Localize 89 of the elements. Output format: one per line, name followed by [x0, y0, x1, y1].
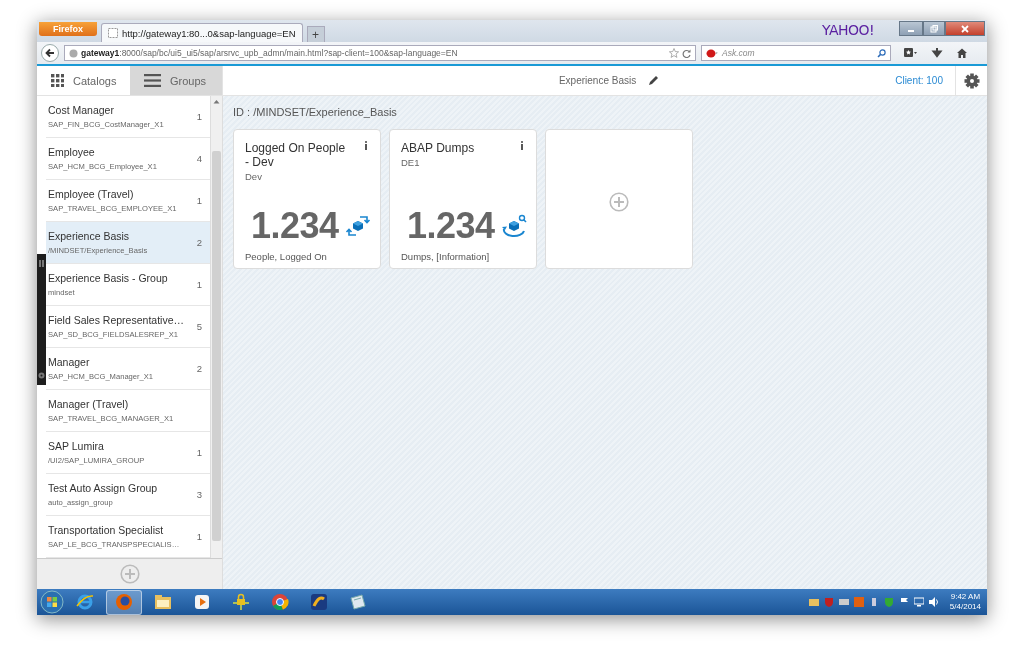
minimize-button[interactable] — [899, 21, 923, 36]
group-title: Field Sales Representative… — [48, 314, 185, 326]
sidebar-tab[interactable]: Groups — [130, 66, 222, 95]
page-icon — [108, 28, 118, 38]
group-title: Experience Basis — [558, 75, 637, 86]
start-orb-icon[interactable] — [40, 590, 64, 614]
side-toolbar[interactable] — [37, 254, 46, 385]
new-tab-button[interactable]: + — [306, 26, 325, 42]
folder-icon — [154, 593, 172, 611]
pencil-icon[interactable] — [648, 75, 660, 86]
group-title: Employee (Travel) — [48, 188, 135, 200]
maximize-button[interactable] — [923, 21, 945, 36]
folder-icon[interactable] — [808, 597, 819, 607]
info-icon[interactable] — [364, 141, 368, 150]
star-icon — [669, 48, 679, 58]
add-tile[interactable] — [545, 129, 693, 269]
kpi-tile[interactable]: Logged On People - Dev Dev 1.234 People, Logged On — [233, 129, 381, 269]
close-button[interactable] — [945, 21, 985, 36]
kpi-value: 1.234 — [251, 205, 339, 247]
brand-logo: YAHOO! — [822, 22, 875, 38]
grid-icon — [51, 74, 64, 87]
engine-logo-icon — [706, 48, 718, 58]
chrome-icon — [271, 593, 289, 611]
tile-count: 1 — [195, 447, 203, 458]
firefox-icon — [115, 593, 133, 611]
maximize-icon — [930, 24, 938, 33]
taskbar-button[interactable] — [106, 589, 142, 615]
tile-count: 1 — [195, 279, 203, 290]
sync-cube-icon — [344, 213, 371, 239]
close-icon — [961, 24, 969, 33]
home-icon[interactable] — [956, 47, 968, 59]
tile-count: 5 — [195, 321, 203, 332]
reload-icon — [682, 48, 691, 58]
kpi-value: 1.234 — [407, 205, 495, 247]
tile-footer: People, Logged On — [245, 251, 369, 262]
bookmarks-icon[interactable] — [904, 47, 918, 59]
tile-count: 4 — [195, 153, 203, 164]
add-icon — [609, 191, 629, 212]
search-placeholder: Ask.com — [722, 48, 756, 58]
swirl-icon — [310, 593, 328, 611]
group-id-label: ID : /MINDSET/Experience_Basis — [233, 106, 398, 118]
group-title: Employee — [48, 146, 96, 158]
group-title: Cost Manager — [48, 104, 115, 116]
lock-network-icon — [232, 593, 250, 611]
monitor-icon[interactable] — [913, 597, 924, 607]
tile-count: 1 — [195, 111, 203, 122]
shield-check-icon[interactable] — [883, 597, 894, 607]
pause-icon[interactable] — [39, 260, 44, 267]
tile-title: Logged On People - Dev — [245, 141, 347, 169]
notepad-icon — [349, 593, 367, 611]
url-text: gateway1:8000/sap/bc/ui5_ui5/sap/arsrvc_upb_admn/main.html?sap-client=100&sap-language=EN — [81, 48, 459, 58]
scrollbar[interactable] — [210, 96, 222, 558]
tile-count: 2 — [195, 237, 203, 248]
list-icon — [144, 74, 161, 87]
tile-footer: Dumps, [Information] — [401, 251, 525, 262]
search-field[interactable]: Ask.com — [701, 45, 891, 61]
scroll-up-icon[interactable] — [213, 99, 221, 104]
group-title: Manager — [48, 356, 91, 368]
scroll-thumb[interactable] — [212, 151, 221, 541]
ie-icon — [76, 593, 94, 611]
tab-title: http://gateway1:80...0&sap-language=EN — [122, 27, 296, 39]
search-icon — [877, 48, 886, 58]
kpi-tile[interactable]: ABAP Dumps DE1 1.234 Dumps, [Information] — [389, 129, 537, 269]
browser-tab[interactable]: http://gateway1:80...0&sap-language=EN — [101, 23, 303, 42]
address-field[interactable]: gateway1:8000/sap/bc/ui5_ui5/sap/arsrvc_upb_admn/main.html?sap-client=100&sap-language=EN — [64, 45, 696, 61]
settings-icon — [963, 72, 980, 89]
download-icon[interactable] — [931, 47, 943, 59]
info-icon[interactable] — [520, 141, 524, 150]
tile-count: 3 — [195, 489, 203, 500]
group-title: SAP Lumira — [48, 440, 105, 452]
tile-title: ABAP Dumps — [401, 141, 476, 155]
back-arrow-icon — [45, 48, 55, 58]
speaker-icon[interactable] — [928, 597, 939, 607]
tile-subtitle: Dev — [245, 171, 263, 182]
tile-subtitle: DE1 — [401, 157, 421, 168]
play-icon — [193, 593, 211, 611]
client-label: Client: 100 — [895, 74, 944, 88]
tile-count: 1 — [195, 531, 203, 542]
cube-search-icon — [500, 213, 527, 239]
group-title: Transportation Specialist — [48, 524, 165, 536]
group-title: Test Auto Assign Group — [48, 482, 159, 494]
clock[interactable]: 9:42 AM 5/4/2014 — [949, 592, 981, 612]
group-title: Manager (Travel) — [48, 398, 130, 410]
settings-icon[interactable] — [38, 372, 45, 379]
group-title: Experience Basis - Group — [48, 272, 169, 284]
tile-count: 1 — [195, 195, 203, 206]
group-title: Experience Basis — [48, 230, 131, 242]
back-button[interactable] — [41, 44, 59, 62]
tile-count: 2 — [195, 363, 203, 374]
